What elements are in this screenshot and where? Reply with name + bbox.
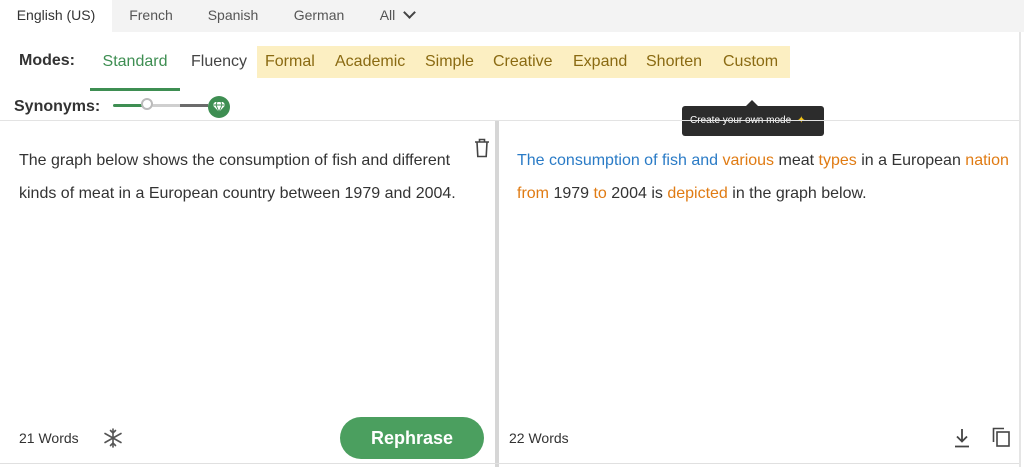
tab-all-languages[interactable]: All [364,0,430,32]
output-text-area[interactable]: The consumption of fish and various meat… [517,144,1012,210]
changed-word[interactable]: types [819,152,857,169]
tab-label: All [379,7,396,23]
mode-academic[interactable]: Academic [335,46,405,78]
mode-creative[interactable]: Creative [493,46,553,78]
copy-icon[interactable] [990,426,1012,453]
synonym-phrase[interactable]: The consumption of fish and [517,152,718,169]
premium-diamond-icon[interactable] [208,96,230,118]
pane-bottom-border [0,463,1019,464]
output-segment: 1979 [549,185,594,202]
language-bar: English (US) French Spanish German All [0,0,1024,32]
mode-shorten[interactable]: Shorten [646,46,702,78]
tab-german[interactable]: German [276,0,362,32]
tab-english-us[interactable]: English (US) [0,0,112,32]
tab-spanish[interactable]: Spanish [190,0,276,32]
mode-simple[interactable]: Simple [425,46,474,78]
freeze-words-icon[interactable] [102,428,124,453]
synonyms-slider-premium-segment [180,104,208,107]
input-text-area[interactable]: The graph below shows the consumption of… [19,144,459,210]
mode-expand[interactable]: Expand [573,46,627,78]
rephrase-button[interactable]: Rephrase [340,417,484,459]
tab-label: French [129,7,173,23]
changed-word[interactable]: depicted [667,185,728,202]
changed-word[interactable]: various [722,152,774,169]
modes-label: Modes: [19,52,75,69]
output-word-count: 22 Words [509,430,569,446]
trash-icon[interactable] [474,138,490,163]
tab-french[interactable]: French [112,0,190,32]
frame-edge [1019,32,1021,467]
changed-word[interactable]: to [593,185,606,202]
output-segment: meat [774,152,819,169]
tab-label: German [293,7,345,23]
custom-mode-tooltip: Create your own mode✦ [682,100,824,136]
tab-label: Spanish [207,7,259,23]
pane-divider[interactable] [495,121,499,467]
output-segment: in a European [856,152,966,169]
tab-label: English (US) [16,7,96,23]
mode-fluency[interactable]: Fluency [186,46,252,78]
chevron-down-icon [403,6,417,19]
output-segment: 2004 is [606,185,668,202]
mode-standard[interactable]: Standard [90,46,180,91]
output-segment: in the graph below. [727,185,867,202]
synonyms-label: Synonyms: [14,98,101,115]
mode-formal[interactable]: Formal [265,46,315,78]
mode-custom[interactable]: Custom [723,46,778,78]
download-icon[interactable] [952,427,972,454]
synonyms-slider-handle[interactable] [141,98,153,110]
pane-top-border [0,120,1019,121]
input-word-count: 21 Words [19,430,79,446]
